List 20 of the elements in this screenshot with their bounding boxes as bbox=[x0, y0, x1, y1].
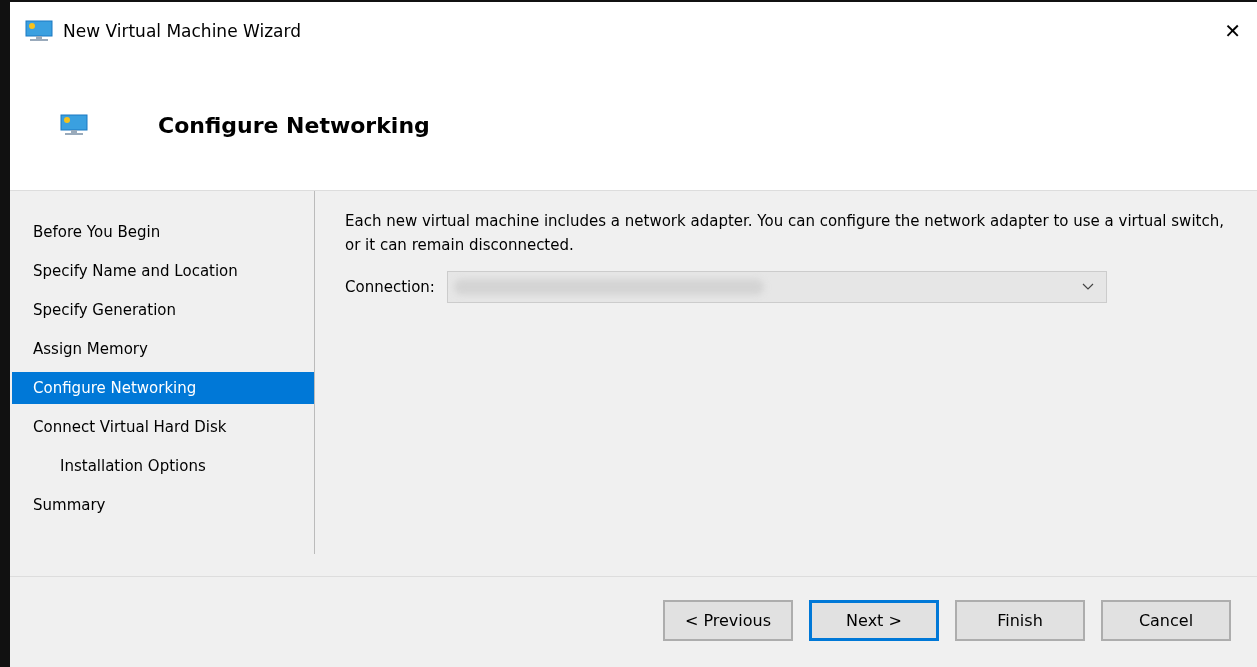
monitor-icon bbox=[60, 114, 88, 136]
page-heading: Configure Networking bbox=[158, 112, 430, 138]
description-text: Each new virtual machine includes a network adapter. You can configure the network adapter to use a virtual switch, or it can remain disconnected. bbox=[345, 211, 1225, 256]
close-button[interactable]: ✕ bbox=[1224, 19, 1241, 43]
wizard-step[interactable]: Connect Virtual Hard Disk bbox=[12, 408, 314, 447]
wizard-button[interactable]: Finish bbox=[955, 599, 1085, 641]
monitor-icon bbox=[25, 20, 53, 42]
connection-label: Connection: bbox=[345, 278, 435, 296]
wizard-button[interactable]: Cancel bbox=[1101, 599, 1231, 641]
wizard-step[interactable]: Before You Begin bbox=[12, 213, 314, 252]
wizard-button[interactable]: Next > bbox=[809, 599, 939, 641]
wizard-button[interactable]: < Previous bbox=[663, 599, 793, 641]
wizard-step[interactable]: Summary bbox=[12, 486, 314, 525]
wizard-step[interactable]: Installation Options bbox=[12, 447, 314, 486]
wizard-step[interactable]: Configure Networking bbox=[12, 372, 314, 404]
chevron-icon bbox=[1081, 283, 1094, 291]
wizard-step[interactable]: Specify Generation bbox=[12, 291, 314, 330]
wizard-step[interactable]: Assign Memory bbox=[12, 330, 314, 369]
window-title: New Virtual Machine Wizard bbox=[63, 21, 301, 41]
wizard-step[interactable]: Specify Name and Location bbox=[12, 252, 314, 291]
